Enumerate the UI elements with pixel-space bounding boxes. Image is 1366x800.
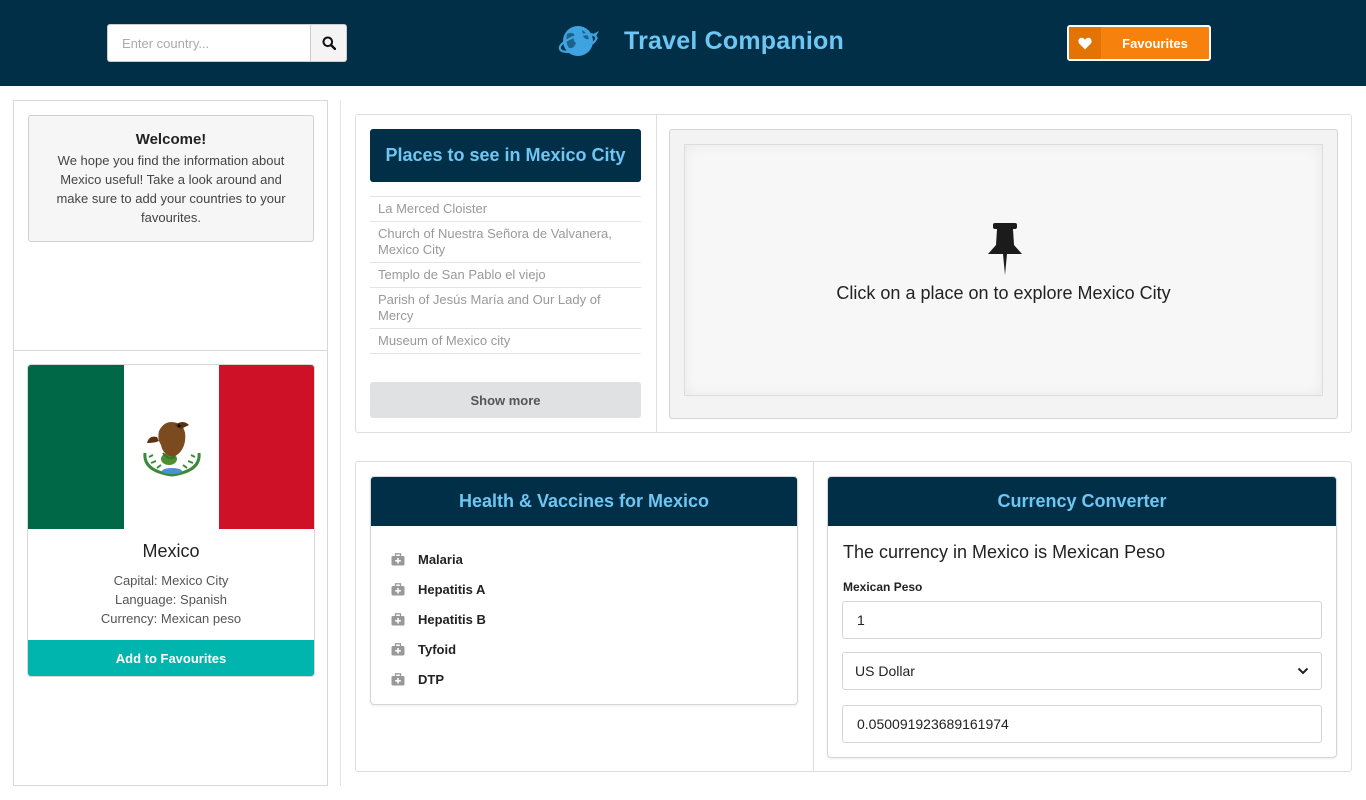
currency-converter-title: Currency Converter (828, 477, 1336, 526)
medkit-icon (391, 642, 405, 656)
medkit-icon (391, 582, 405, 596)
medkit-icon (391, 552, 405, 566)
vaccine-list: Malaria Hepatitis A Hepatitis B Tyfoid D… (371, 526, 797, 694)
top-header: Travel Companion Favourites (0, 0, 1366, 86)
search-icon (322, 36, 336, 50)
place-item[interactable]: Parish of Jesús María and Our Lady of Me… (370, 287, 641, 328)
globe-plane-icon (558, 22, 600, 60)
heart-icon (1069, 27, 1101, 59)
info-panel: Health & Vaccines for Mexico Malaria Hep… (355, 461, 1352, 772)
currency-converter-card: Currency Converter The currency in Mexic… (827, 476, 1337, 758)
country-search (107, 24, 347, 62)
country-capital: Capital: Mexico City (113, 573, 229, 588)
currency-from-label: Mexican Peso (843, 580, 923, 594)
place-item[interactable]: Templo de San Pablo el viejo (370, 262, 641, 287)
vaccine-item: Tyfoid (391, 634, 797, 664)
country-currency: Currency: Mexican peso (100, 611, 242, 626)
search-button[interactable] (311, 24, 347, 62)
medkit-icon (391, 672, 405, 686)
place-item[interactable]: Church of Nuestra Señora de Valvanera, M… (370, 221, 641, 262)
sidebar-divider (14, 350, 327, 351)
app-title: Travel Companion (624, 26, 844, 55)
vaccine-name: DTP (418, 671, 444, 687)
explore-prompt: Click on a place on to explore Mexico Ci… (836, 283, 1171, 303)
chevron-down-icon (1297, 667, 1309, 675)
health-title: Health & Vaccines for Mexico (371, 477, 797, 526)
currency-amount-input[interactable] (842, 601, 1322, 639)
currency-result-field[interactable] (842, 705, 1322, 743)
bottom-divider (813, 462, 814, 771)
currency-target-select[interactable]: US Dollar (842, 652, 1322, 690)
places-panel: Places to see in Mexico City La Merced C… (355, 114, 1352, 433)
flag-white-band (124, 365, 219, 529)
flag-green-band (28, 365, 124, 529)
medkit-icon (391, 612, 405, 626)
pushpin-icon (988, 223, 1022, 275)
vaccine-name: Tyfoid (418, 641, 457, 657)
favourites-label: Favourites (1122, 35, 1188, 51)
currency-description: The currency in Mexico is Mexican Peso (843, 542, 1166, 562)
places-list: La Merced Cloister Church of Nuestra Señ… (370, 196, 641, 354)
vaccine-item: DTP (391, 664, 797, 694)
welcome-title: Welcome! (135, 131, 207, 148)
brand: Travel Companion (558, 22, 844, 60)
flag-red-band (219, 365, 314, 529)
add-to-favourites-button[interactable]: Add to Favourites (28, 640, 314, 676)
places-title: Places to see in Mexico City (370, 129, 641, 182)
coat-of-arms-icon (142, 422, 201, 477)
sidebar: Welcome! We hope you find the informatio… (13, 100, 328, 786)
welcome-text: We hope you find the information about M… (56, 153, 286, 225)
mexico-flag (28, 365, 314, 529)
show-more-button[interactable]: Show more (370, 382, 641, 418)
favourites-button[interactable]: Favourites (1067, 25, 1211, 61)
country-card: Mexico Capital: Mexico City Language: Sp… (27, 364, 315, 677)
country-language: Language: Spanish (114, 592, 228, 607)
places-divider (656, 115, 657, 432)
vaccine-item: Malaria (391, 544, 797, 574)
vaccine-item: Hepatitis A (391, 574, 797, 604)
place-item[interactable]: La Merced Cloister (370, 196, 641, 221)
place-explorer: Click on a place on to explore Mexico Ci… (669, 129, 1338, 419)
place-item[interactable]: Museum of Mexico city (370, 328, 641, 354)
vaccine-name: Malaria (418, 551, 463, 567)
vaccine-name: Hepatitis A (418, 581, 486, 597)
column-divider (340, 100, 341, 786)
currency-target-value: US Dollar (855, 663, 915, 679)
vaccine-item: Hepatitis B (391, 604, 797, 634)
health-card: Health & Vaccines for Mexico Malaria Hep… (370, 476, 798, 705)
country-details: Capital: Mexico City Language: Spanish C… (28, 571, 314, 628)
place-explorer-placeholder: Click on a place on to explore Mexico Ci… (684, 144, 1323, 396)
vaccine-name: Hepatitis B (418, 611, 486, 627)
welcome-message: Welcome! We hope you find the informatio… (28, 115, 314, 242)
country-search-input[interactable] (107, 24, 311, 62)
country-name: Mexico (142, 541, 200, 561)
